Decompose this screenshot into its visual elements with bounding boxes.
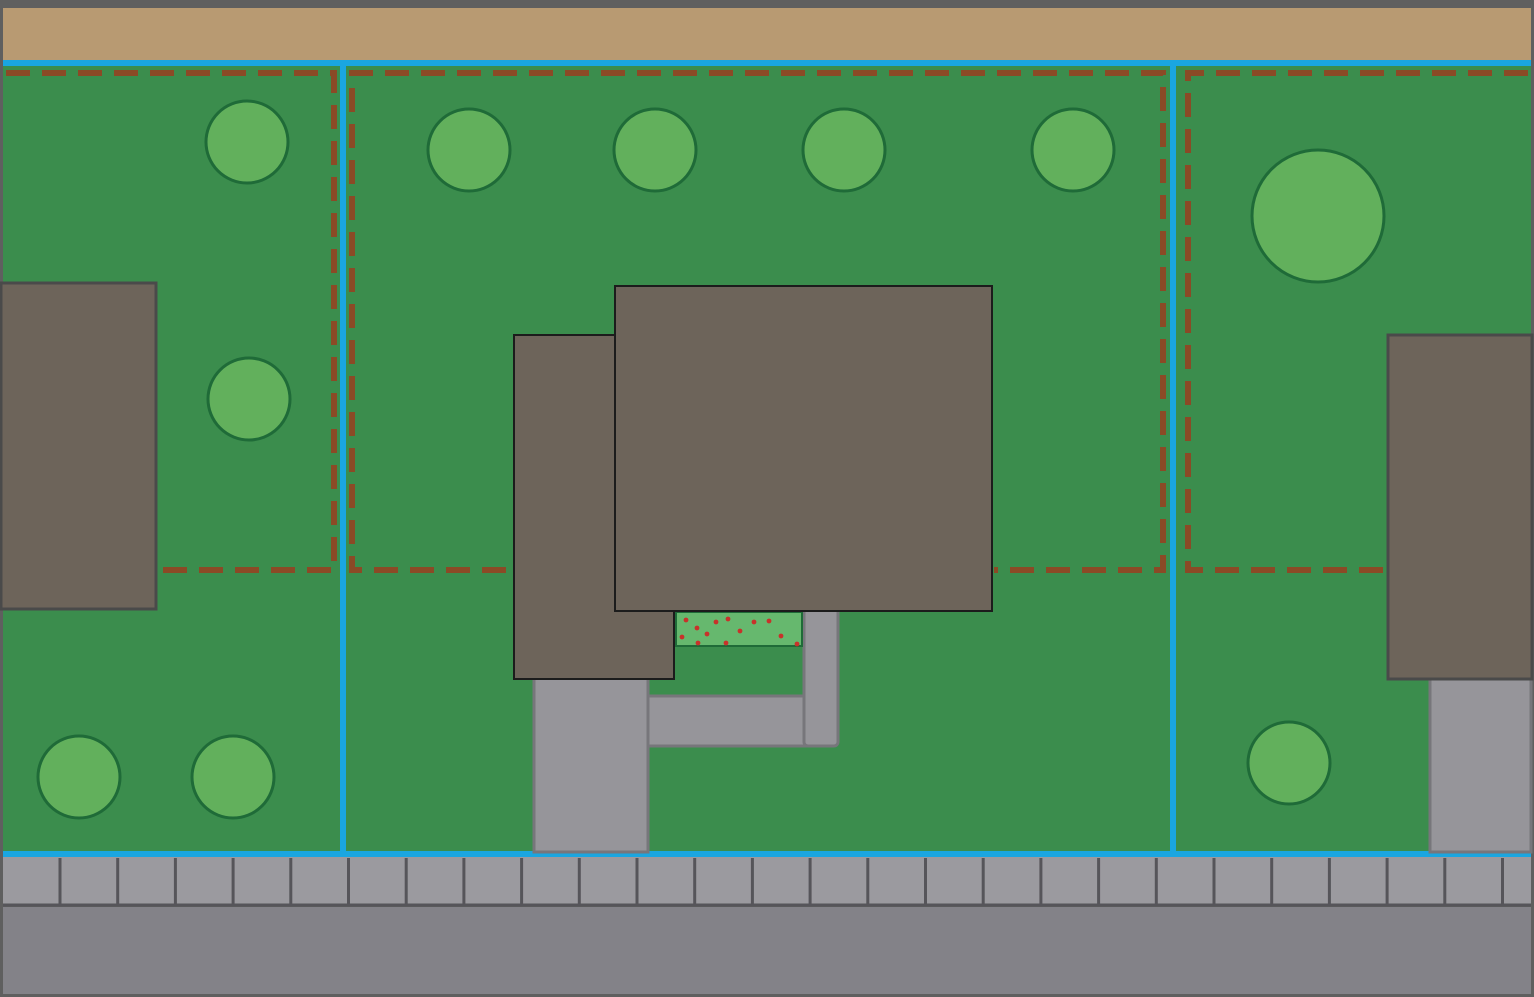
planter-flower xyxy=(766,618,772,624)
tree xyxy=(36,734,122,820)
planter-flower xyxy=(751,619,757,625)
street xyxy=(3,907,1531,994)
planter-flower xyxy=(723,640,729,646)
planter-flower xyxy=(695,640,701,646)
driveway-right xyxy=(1428,676,1533,854)
planter-flower xyxy=(704,631,710,637)
planter-flower xyxy=(725,616,731,622)
walkway-horizontal xyxy=(646,694,810,748)
house-roof-right xyxy=(1386,333,1534,681)
walkway-vertical xyxy=(802,606,840,748)
planter-flower xyxy=(778,633,784,639)
tree xyxy=(1250,148,1386,284)
tree xyxy=(1030,107,1116,193)
house-roof-center-main xyxy=(614,285,993,612)
planter-flower xyxy=(694,625,700,631)
planter-flower xyxy=(683,617,689,623)
alley xyxy=(3,8,1531,63)
tree xyxy=(1246,720,1332,806)
tree xyxy=(204,99,290,185)
planter-flower xyxy=(794,641,800,647)
tree xyxy=(612,107,698,193)
planter-flower xyxy=(713,619,719,625)
tree xyxy=(426,107,512,193)
planter-flower xyxy=(679,634,685,640)
tree xyxy=(206,356,292,442)
house-roof-left xyxy=(0,281,158,611)
site-plan-map xyxy=(0,0,1534,997)
tree xyxy=(190,734,276,820)
planter-flower xyxy=(737,628,743,634)
driveway-center xyxy=(532,676,650,854)
tree xyxy=(801,107,887,193)
